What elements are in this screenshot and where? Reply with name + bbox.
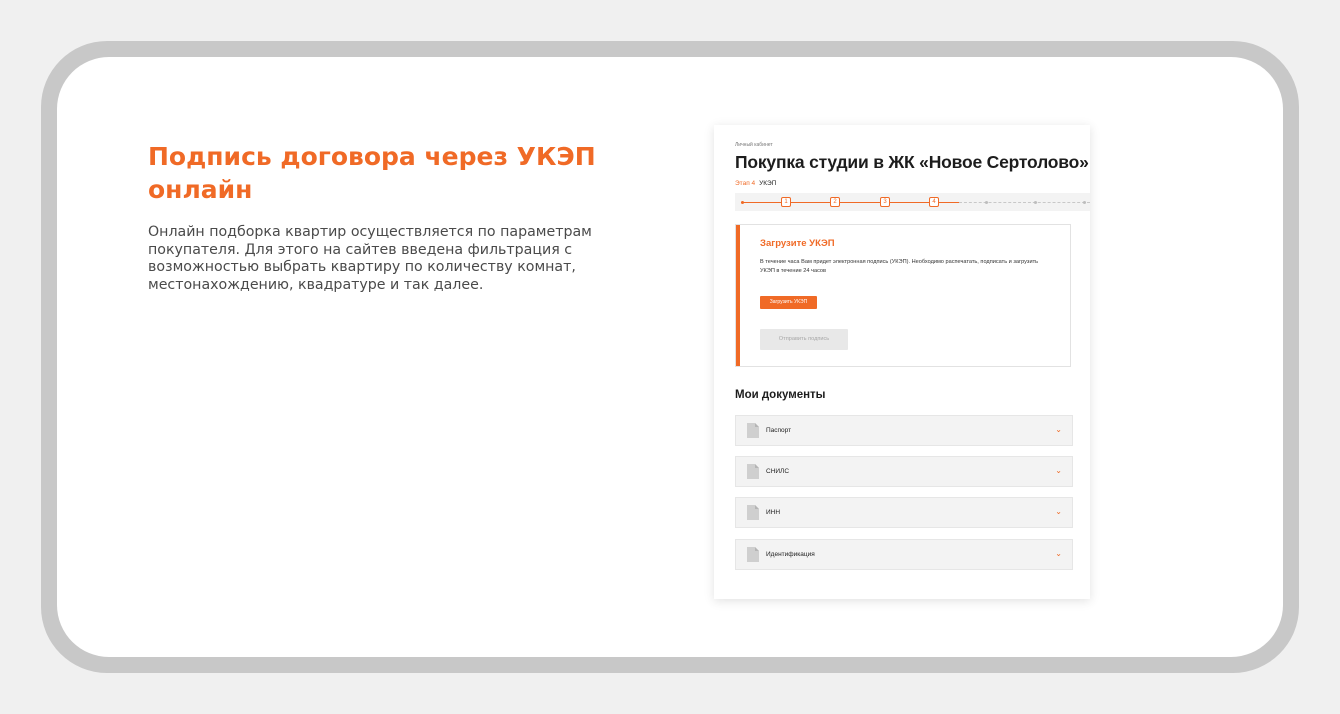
step-3[interactable]: 3 (880, 197, 890, 207)
step-2[interactable]: 2 (830, 197, 840, 207)
document-label: СНИЛС (766, 468, 790, 475)
document-label: Паспорт (766, 427, 792, 434)
document-label: Идентификация (766, 551, 815, 558)
chevron-down-icon: ⌄ (1055, 549, 1062, 558)
upload-ukep-button[interactable]: Загрузить УКЭП (760, 296, 817, 309)
upload-box-accent (736, 225, 740, 366)
stepper-line-done (741, 201, 959, 203)
step-7-tick (1083, 200, 1086, 204)
page-title: Покупка студии в ЖК «Новое Сертолово» (735, 152, 1089, 172)
send-signature-button[interactable]: Отправить подпись (760, 329, 848, 350)
step-1[interactable]: 1 (781, 197, 791, 207)
documents-title: Мои документы (735, 389, 826, 401)
chevron-down-icon: ⌄ (1055, 466, 1062, 475)
upload-ukep-box: Загрузите УКЭП В течение часа Вам придет… (735, 224, 1071, 367)
document-item-passport[interactable]: Паспорт ⌄ (735, 415, 1073, 446)
stage-number: Этап 4 (735, 180, 756, 187)
stage-label: Этап 4 УКЭП (735, 180, 776, 187)
document-icon (747, 505, 759, 520)
chevron-down-icon: ⌄ (1055, 425, 1062, 434)
step-5-tick (985, 200, 988, 204)
document-icon (747, 423, 759, 438)
description: Онлайн подборка квартир осуществляется п… (148, 224, 592, 293)
document-icon (747, 464, 759, 479)
document-item-identification[interactable]: Идентификация ⌄ (735, 539, 1073, 570)
document-icon (747, 547, 759, 562)
step-4[interactable]: 4 (929, 197, 939, 207)
document-item-inn[interactable]: ИНН ⌄ (735, 497, 1073, 528)
stepper-line-todo (959, 201, 1090, 203)
progress-stepper: 1 2 3 4 (735, 193, 1090, 211)
step-6-tick (1034, 200, 1037, 204)
document-label: ИНН (766, 509, 781, 516)
headline: Подпись договора через УКЭП онлайн (148, 142, 596, 204)
upload-text: В течение часа Вам придет электронная по… (760, 259, 1039, 274)
stage-name: УКЭП (759, 180, 777, 187)
document-item-snils[interactable]: СНИЛС ⌄ (735, 456, 1073, 487)
chevron-down-icon: ⌄ (1055, 507, 1062, 516)
breadcrumb[interactable]: Личный кабинет (735, 142, 773, 148)
upload-title: Загрузите УКЭП (760, 238, 835, 249)
screenshot-panel: Личный кабинет Покупка студии в ЖК «Ново… (714, 125, 1090, 599)
